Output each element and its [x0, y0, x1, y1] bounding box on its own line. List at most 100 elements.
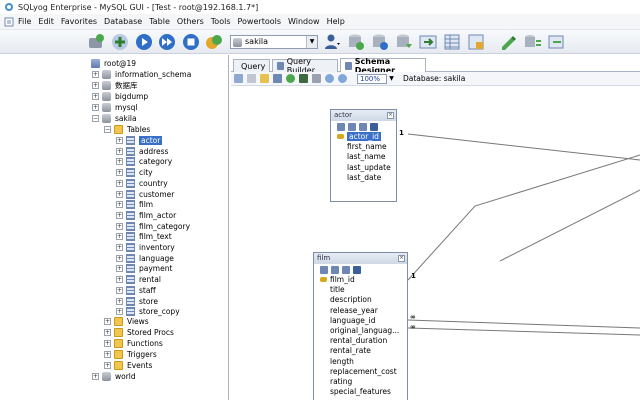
- expand-icon[interactable]: +: [116, 297, 123, 305]
- tree-table-item[interactable]: + film_category: [116, 221, 190, 232]
- expand-icon[interactable]: +: [116, 211, 123, 219]
- refresh-icon[interactable]: [204, 32, 224, 52]
- table-column[interactable]: title: [314, 285, 407, 295]
- expand-icon[interactable]: +: [104, 340, 111, 347]
- tree-table-item[interactable]: + film_actor: [116, 210, 176, 221]
- execute-query-icon[interactable]: [134, 32, 154, 52]
- expand-icon[interactable]: +: [116, 308, 123, 316]
- tree-table-item[interactable]: + inventory: [116, 242, 175, 253]
- save-icon[interactable]: [273, 74, 282, 83]
- tree-table-item[interactable]: + city: [116, 167, 153, 178]
- table-box-header[interactable]: film ×: [314, 253, 407, 264]
- tree-table-item[interactable]: + store: [116, 296, 158, 307]
- table-column[interactable]: special_features: [314, 387, 407, 397]
- tab-query[interactable]: Query: [233, 59, 270, 72]
- tree-root[interactable]: root@19: [91, 58, 136, 69]
- grid-icon[interactable]: [320, 265, 328, 274]
- data-transfer-icon[interactable]: [546, 32, 566, 52]
- expand-icon[interactable]: +: [104, 329, 111, 336]
- close-icon[interactable]: ×: [387, 112, 394, 119]
- table-column[interactable]: last_update: [331, 163, 396, 173]
- table-box-film[interactable]: film × film_id title description release_ye…: [313, 252, 408, 400]
- menu-table[interactable]: Table: [149, 17, 170, 26]
- menu-arrow-icon[interactable]: [353, 265, 361, 274]
- table-column[interactable]: first_name: [331, 142, 396, 152]
- user-manager-icon[interactable]: [322, 32, 342, 52]
- key-settings-icon[interactable]: [342, 265, 350, 274]
- expand-icon[interactable]: +: [104, 351, 111, 358]
- tree-table-item[interactable]: + payment: [116, 263, 172, 274]
- schema-sync-icon[interactable]: [466, 32, 486, 52]
- expand-icon[interactable]: +: [116, 222, 123, 230]
- tree-table-item[interactable]: + language: [116, 253, 174, 264]
- refresh-layout-icon[interactable]: [286, 74, 295, 83]
- database-select[interactable]: sakila ▼: [230, 35, 318, 49]
- table-column[interactable]: language_id: [314, 316, 407, 326]
- open-folder-icon[interactable]: [260, 74, 269, 83]
- edit-table-icon[interactable]: [331, 265, 339, 274]
- tree-db-sakila[interactable]: − sakila: [92, 113, 137, 124]
- tree-table-item[interactable]: + address: [116, 146, 168, 157]
- tree-db-world[interactable]: + world: [92, 371, 136, 382]
- tree-table-item[interactable]: + customer: [116, 189, 174, 200]
- table-box-actor[interactable]: actor × actor_id first_name last_name last_…: [330, 109, 397, 202]
- tree-table-item[interactable]: + film: [116, 199, 153, 210]
- table-column[interactable]: description: [314, 295, 407, 305]
- primary-key-column[interactable]: actor_id: [331, 132, 396, 142]
- tree-table-item[interactable]: + actor: [116, 135, 163, 146]
- restore-database-icon[interactable]: [370, 32, 390, 52]
- expand-icon[interactable]: +: [116, 201, 123, 209]
- expand-icon[interactable]: +: [104, 318, 111, 325]
- tab-schema-designer[interactable]: Schema Designer: [340, 57, 426, 75]
- tree-db-bigdump[interactable]: + bigdump: [92, 91, 148, 102]
- table-column[interactable]: rental_rate: [314, 346, 407, 356]
- menu-help[interactable]: Help: [327, 17, 345, 26]
- table-column[interactable]: last_name: [331, 152, 396, 162]
- table-column[interactable]: length: [314, 357, 407, 367]
- schema-canvas[interactable]: 1 1 ∞ ∞ actor × actor_id first_name last_n…: [231, 87, 640, 400]
- expand-icon[interactable]: +: [116, 254, 123, 262]
- expand-icon[interactable]: +: [116, 169, 123, 177]
- stop-icon[interactable]: [181, 32, 201, 52]
- expand-icon[interactable]: +: [92, 104, 99, 111]
- expand-icon[interactable]: +: [116, 190, 123, 198]
- connect-icon[interactable]: [86, 32, 106, 52]
- menu-arrow-icon[interactable]: [370, 122, 378, 131]
- expand-icon[interactable]: +: [116, 286, 123, 294]
- collapse-icon[interactable]: −: [92, 115, 99, 122]
- zoom-out-icon[interactable]: [338, 74, 347, 83]
- menu-favorites[interactable]: Favorites: [61, 17, 97, 26]
- expand-icon[interactable]: +: [116, 276, 123, 284]
- backup-database-icon[interactable]: [346, 32, 366, 52]
- expand-icon[interactable]: +: [116, 158, 123, 166]
- zoom-select[interactable]: 100% ▼: [357, 73, 394, 84]
- primary-key-column[interactable]: film_id: [314, 275, 407, 285]
- new-icon[interactable]: [247, 74, 256, 83]
- menu-edit[interactable]: Edit: [38, 17, 54, 26]
- expand-icon[interactable]: +: [92, 93, 99, 100]
- tree-table-item[interactable]: + category: [116, 156, 172, 167]
- tree-table-item[interactable]: + rental: [116, 274, 161, 285]
- expand-icon[interactable]: +: [92, 373, 99, 380]
- print-icon[interactable]: [299, 74, 308, 83]
- table-box-header[interactable]: actor ×: [331, 110, 396, 121]
- table-column[interactable]: replacement_cost: [314, 367, 407, 377]
- expand-icon[interactable]: +: [116, 233, 123, 241]
- menu-powertools[interactable]: Powertools: [238, 17, 282, 26]
- table-column[interactable]: original_languag...: [314, 326, 407, 336]
- expand-icon[interactable]: +: [116, 244, 123, 251]
- table-column[interactable]: rating: [314, 377, 407, 387]
- expand-icon[interactable]: +: [92, 71, 99, 78]
- grid-icon[interactable]: [337, 122, 345, 131]
- expand-icon[interactable]: +: [116, 137, 123, 144]
- menu-database[interactable]: Database: [104, 17, 142, 26]
- table-data-icon[interactable]: [442, 32, 462, 52]
- tree-folder-functions[interactable]: + Functions: [104, 338, 163, 349]
- export-icon[interactable]: [418, 32, 438, 52]
- tree-table-item[interactable]: + country: [116, 178, 168, 189]
- expand-icon[interactable]: +: [104, 362, 111, 369]
- expand-icon[interactable]: +: [92, 82, 99, 89]
- tree-db-information-schema[interactable]: + information_schema: [92, 69, 191, 80]
- new-connection-icon[interactable]: [110, 32, 130, 52]
- key-settings-icon[interactable]: [359, 122, 367, 131]
